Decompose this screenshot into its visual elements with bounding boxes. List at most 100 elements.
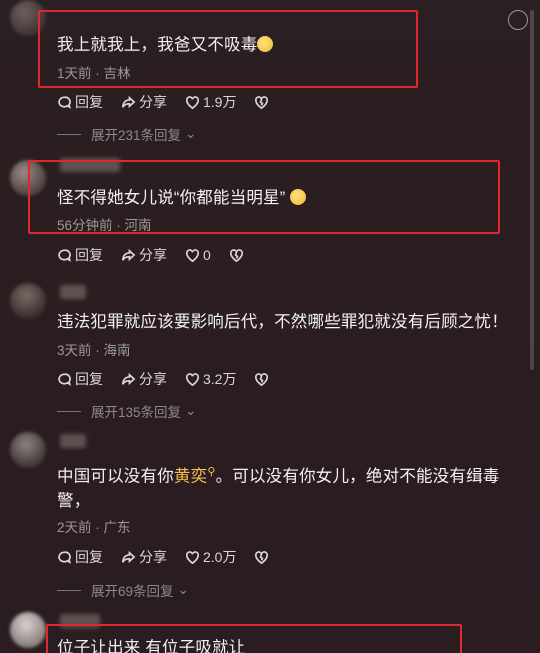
comment-time: 3天前 (57, 343, 92, 358)
separator: · (91, 66, 104, 81)
comment-text: 位子让出来 有位子吸就让 (57, 636, 510, 653)
reply-button[interactable]: 回复 (57, 547, 103, 567)
like-button[interactable]: 2.0万 (185, 547, 236, 567)
comment-text-content: 位子让出来 有位子吸就让 (57, 639, 246, 653)
chevron-down-icon: ⌄ (185, 403, 197, 418)
comment-location: 海南 (103, 343, 131, 358)
avatar[interactable] (10, 160, 46, 196)
comment-actions: 回复 分享 3.2万 (57, 369, 269, 389)
comment-location: 广东 (103, 520, 131, 535)
expand-divider (57, 410, 81, 412)
dislike-button[interactable] (254, 95, 269, 110)
reply-button[interactable]: 回复 (57, 245, 103, 265)
like-count: 1.9万 (203, 94, 237, 110)
share-icon (122, 95, 136, 108)
reply-label: 回复 (75, 549, 103, 565)
chevron-down-icon: ⌄ (177, 582, 189, 597)
search-icon[interactable]: ⚲ (207, 466, 215, 478)
dislike-button[interactable] (254, 372, 269, 387)
comment-text: 我上就我上，我爸又不吸毒 (57, 33, 510, 57)
reply-icon (58, 550, 71, 564)
reply-icon (58, 95, 71, 109)
share-icon (122, 372, 136, 385)
heart-icon (186, 372, 199, 386)
username[interactable] (60, 158, 120, 172)
comment-time: 56分钟前 (57, 218, 113, 233)
separator: · (112, 218, 125, 233)
broken-heart-icon (255, 372, 269, 386)
heart-icon (186, 95, 199, 109)
reply-label: 回复 (75, 94, 103, 110)
emoji-icon (257, 36, 274, 52)
avatar[interactable] (10, 283, 46, 319)
heart-icon (186, 248, 199, 262)
comment-meta: 2天前 · 广东 (57, 516, 131, 536)
comment-meta: 3天前 · 海南 (57, 339, 131, 359)
share-icon (122, 248, 136, 261)
username[interactable] (60, 285, 86, 299)
comment-text: 违法犯罪就应该要影响后代，不然哪些罪犯就没有后顾之忧！ (57, 310, 510, 334)
comment-text-content: 怪不得她女儿说“你都能当明星” (57, 189, 286, 207)
emoji-icon (290, 189, 307, 205)
share-button[interactable]: 分享 (121, 245, 167, 265)
like-count: 3.2万 (203, 371, 237, 387)
expand-replies[interactable]: 展开69条回复 ⌄ (57, 580, 189, 600)
dislike-button[interactable] (229, 248, 244, 263)
avatar[interactable] (10, 0, 46, 36)
share-button[interactable]: 分享 (121, 92, 167, 112)
avatar[interactable] (10, 432, 46, 468)
dislike-button[interactable] (254, 550, 269, 565)
comment-text: 怪不得她女儿说“你都能当明星” (57, 186, 510, 210)
comment-location: 吉林 (103, 66, 131, 81)
username[interactable] (60, 434, 86, 448)
reply-button[interactable]: 回复 (57, 92, 103, 112)
expand-replies[interactable]: 展开135条回复 ⌄ (57, 401, 196, 421)
top-corner-icon[interactable] (508, 10, 528, 30)
like-count: 0 (203, 247, 211, 263)
like-button[interactable]: 1.9万 (185, 92, 236, 112)
reply-icon (58, 248, 71, 262)
comment-text-content: 违法犯罪就应该要影响后代，不然哪些罪犯就没有后顾之忧！ (57, 313, 508, 331)
comment-location: 河南 (124, 218, 152, 233)
expand-divider (57, 133, 81, 135)
broken-heart-icon (255, 95, 269, 109)
share-button[interactable]: 分享 (121, 369, 167, 389)
broken-heart-icon (229, 248, 243, 262)
heart-icon (186, 550, 199, 564)
comment-meta: 56分钟前 · 河南 (57, 214, 152, 234)
share-label: 分享 (139, 94, 167, 110)
reply-label: 回复 (75, 247, 103, 263)
expand-replies[interactable]: 展开231条回复 ⌄ (57, 124, 196, 144)
like-count: 2.0万 (203, 549, 237, 565)
share-button[interactable]: 分享 (121, 547, 167, 567)
share-label: 分享 (139, 371, 167, 387)
like-button[interactable]: 3.2万 (185, 369, 236, 389)
username[interactable] (60, 614, 100, 628)
comment-actions: 回复 分享 1.9万 (57, 92, 269, 112)
comment-time: 1天前 (57, 66, 92, 81)
scrollbar[interactable] (530, 10, 534, 370)
reply-button[interactable]: 回复 (57, 369, 103, 389)
comment-text-prefix: 中国可以没有你 (57, 467, 174, 486)
avatar[interactable] (10, 612, 46, 648)
chevron-down-icon: ⌄ (185, 126, 197, 141)
expand-divider (57, 589, 81, 591)
search-keyword-link[interactable]: 黄奕 (174, 468, 207, 486)
like-button[interactable]: 0 (185, 247, 211, 263)
reply-label: 回复 (75, 371, 103, 387)
comment-actions: 回复 分享 2.0万 (57, 547, 269, 567)
separator: · (91, 520, 104, 535)
comment-meta: 1天前 · 吉林 (57, 62, 131, 82)
reply-icon (58, 372, 71, 386)
expand-label: 展开231条回复 (91, 128, 182, 143)
expand-label: 展开69条回复 (91, 584, 174, 599)
share-label: 分享 (139, 247, 167, 263)
comment-time: 2天前 (57, 520, 92, 535)
separator: · (91, 343, 104, 358)
comment-text-content: 我上就我上，我爸又不吸毒 (57, 36, 258, 54)
comment-text: 中国可以没有你黄奕⚲。可以没有你女儿，绝对不能没有缉毒警， (57, 460, 510, 513)
share-label: 分享 (139, 549, 167, 565)
comment-actions: 回复 分享 0 (57, 245, 244, 265)
expand-label: 展开135条回复 (91, 405, 182, 420)
share-icon (122, 550, 136, 563)
